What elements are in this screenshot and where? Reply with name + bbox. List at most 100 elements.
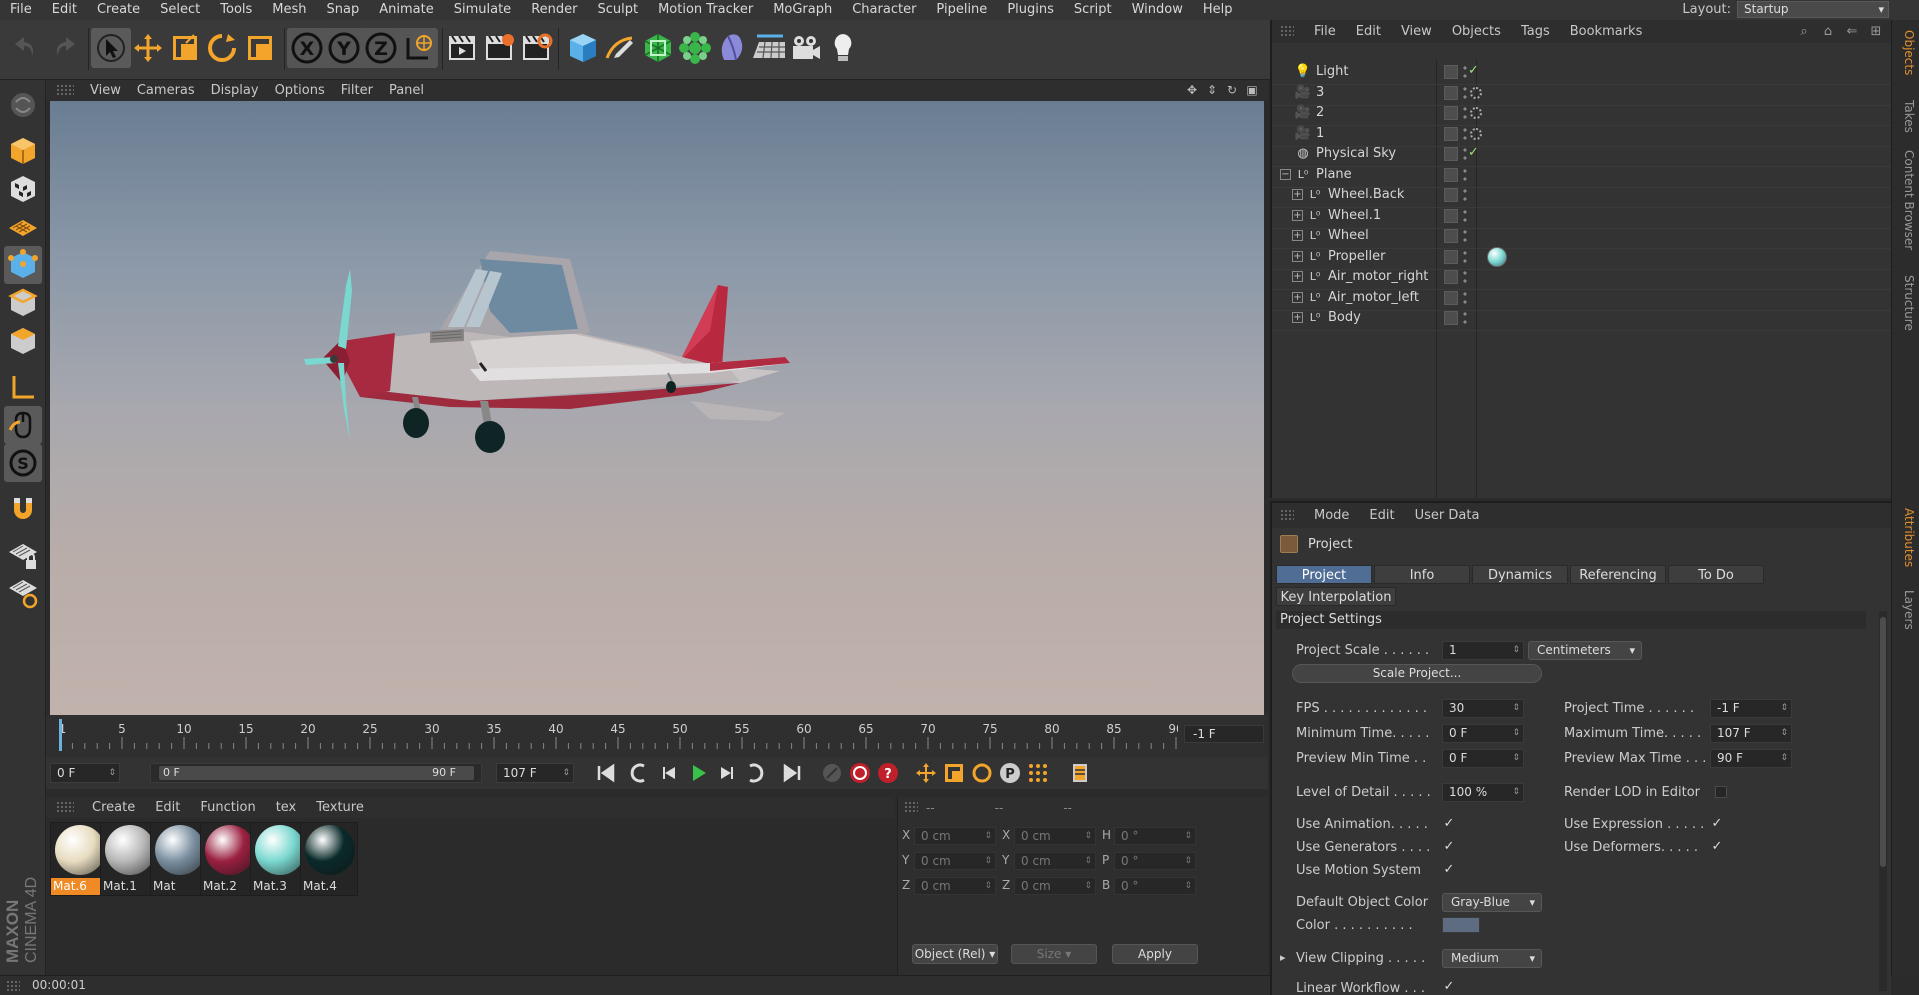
collapse-icon[interactable]: − xyxy=(1280,168,1291,180)
cloner-icon[interactable] xyxy=(675,28,715,68)
view-clipping-dropdown[interactable]: Medium xyxy=(1442,949,1542,968)
visibility-dots[interactable] xyxy=(1461,228,1469,244)
panel-grip-icon[interactable] xyxy=(904,801,918,813)
coordinate-field[interactable]: 0 cm xyxy=(914,877,996,895)
select-arrow-icon[interactable] xyxy=(91,28,131,68)
color-swatch[interactable] xyxy=(1442,917,1480,933)
previous-key-icon[interactable] xyxy=(626,760,654,786)
viewport-menu-options[interactable]: Options xyxy=(267,83,333,98)
camera-icon[interactable] xyxy=(786,28,826,68)
material-menu-function[interactable]: Function xyxy=(190,800,265,815)
menu-plugins[interactable]: Plugins xyxy=(997,0,1064,20)
use-deformers-checkbox[interactable]: ✓ xyxy=(1710,840,1724,854)
object-menu-tags[interactable]: Tags xyxy=(1511,24,1560,39)
tab-objects[interactable]: Objects xyxy=(1896,30,1916,75)
playhead[interactable] xyxy=(59,719,62,751)
enabled-check-icon[interactable]: ✓ xyxy=(1468,145,1479,160)
snapping-icon[interactable]: S xyxy=(4,444,42,482)
attribute-menu-mode[interactable]: Mode xyxy=(1304,508,1359,523)
expand-arrow-icon[interactable]: ▸ xyxy=(1280,951,1286,964)
search-icon[interactable]: ⌕ xyxy=(1795,23,1813,41)
menu-window[interactable]: Window xyxy=(1122,0,1193,20)
viewport-menu-display[interactable]: Display xyxy=(203,83,267,98)
object-menu-bookmarks[interactable]: Bookmarks xyxy=(1560,24,1653,39)
coordinate-field[interactable]: 0 cm xyxy=(1014,852,1096,870)
tweak-mode-icon[interactable] xyxy=(4,406,42,444)
texture-mode-icon[interactable] xyxy=(4,170,42,208)
menu-file[interactable]: File xyxy=(0,0,42,20)
object-name[interactable]: Wheel xyxy=(1328,228,1369,243)
layer-flag[interactable] xyxy=(1444,65,1458,79)
3d-viewport[interactable] xyxy=(50,101,1264,715)
menu-snap[interactable]: Snap xyxy=(317,0,370,20)
current-frame-display[interactable]: -1 F xyxy=(1184,725,1264,743)
material-tag-icon[interactable] xyxy=(1487,246,1507,267)
menu-tools[interactable]: Tools xyxy=(210,0,262,20)
preview-range-slider[interactable]: 0 F 90 F xyxy=(150,763,482,783)
object-name[interactable]: Air_motor_right xyxy=(1328,269,1428,284)
expand-icon[interactable]: + xyxy=(1292,189,1303,200)
expand-icon[interactable]: + xyxy=(1292,271,1303,282)
orbit-view-icon[interactable]: ↻ xyxy=(1224,82,1240,98)
locked-workplane-icon[interactable] xyxy=(4,536,42,574)
layer-flag[interactable] xyxy=(1444,290,1458,305)
autokeying-icon[interactable] xyxy=(846,760,874,786)
maximize-view-icon[interactable]: ▣ xyxy=(1244,82,1260,98)
layer-flag[interactable] xyxy=(1444,188,1458,202)
preview-max-time-field[interactable]: 90 F xyxy=(1710,749,1792,768)
pan-view-icon[interactable]: ✥ xyxy=(1184,82,1200,98)
visibility-dots[interactable] xyxy=(1461,187,1469,203)
points-mode-icon[interactable] xyxy=(4,246,42,284)
viewport-menu-cameras[interactable]: Cameras xyxy=(129,83,203,98)
record-position-icon[interactable] xyxy=(912,760,940,786)
tab-content-browser[interactable]: Content Browser xyxy=(1896,150,1916,250)
menu-script[interactable]: Script xyxy=(1064,0,1122,20)
panel-grip-icon[interactable] xyxy=(56,801,74,814)
layer-flag[interactable] xyxy=(1444,229,1458,243)
model-mode-icon[interactable] xyxy=(4,132,42,170)
menu-pipeline[interactable]: Pipeline xyxy=(926,0,997,20)
scale-icon[interactable] xyxy=(165,28,205,68)
tab-dynamics[interactable]: Dynamics xyxy=(1472,565,1568,584)
menu-animate[interactable]: Animate xyxy=(369,0,443,20)
layer-flag[interactable] xyxy=(1444,147,1458,161)
panel-grip-icon[interactable] xyxy=(6,980,20,992)
layout-dropdown[interactable]: Startup xyxy=(1737,1,1889,18)
new-panel-icon[interactable]: ⊞ xyxy=(1867,23,1885,41)
object-name[interactable]: Wheel.Back xyxy=(1328,187,1404,202)
viewport-menu-panel[interactable]: Panel xyxy=(381,83,432,98)
viewport-menu-filter[interactable]: Filter xyxy=(333,83,381,98)
menu-edit[interactable]: Edit xyxy=(42,0,87,20)
subdivision-icon[interactable] xyxy=(638,28,678,68)
apply-button[interactable]: Apply xyxy=(1112,944,1198,964)
current-frame-field[interactable]: 0 F xyxy=(50,763,120,783)
render-view-icon[interactable] xyxy=(442,28,482,68)
home-icon[interactable]: ⌂ xyxy=(1819,23,1837,41)
visibility-dots[interactable] xyxy=(1461,166,1469,183)
menu-motion-tracker[interactable]: Motion Tracker xyxy=(648,0,763,20)
object-name[interactable]: 3 xyxy=(1316,85,1324,100)
linear-workflow-checkbox[interactable]: ✓ xyxy=(1442,980,1456,994)
dolly-view-icon[interactable]: ⇕ xyxy=(1204,82,1220,98)
attribute-scrollbar[interactable] xyxy=(1879,611,1887,991)
max-frame-field[interactable]: 107 F xyxy=(496,763,574,783)
tab-key-interpolation[interactable]: Key Interpolation xyxy=(1276,587,1396,606)
layer-flag[interactable] xyxy=(1444,167,1458,182)
panel-grip-icon[interactable] xyxy=(56,84,74,97)
render-picture-viewer-icon[interactable] xyxy=(479,28,519,68)
use-expression-checkbox[interactable]: ✓ xyxy=(1710,817,1724,831)
material-menu-create[interactable]: Create xyxy=(82,800,145,815)
play-forward-icon[interactable] xyxy=(684,760,712,786)
workplane-icon[interactable] xyxy=(4,208,42,246)
y-axis-lock-icon[interactable]: Y xyxy=(324,28,364,68)
cube-icon[interactable] xyxy=(563,28,603,68)
record-point-level-icon[interactable] xyxy=(1024,760,1052,786)
coordinate-field[interactable]: 0 ° xyxy=(1114,852,1196,870)
recent-tool-icon[interactable] xyxy=(240,28,280,68)
visibility-dots[interactable] xyxy=(1461,84,1469,101)
timeline-ruler[interactable]: 151015202530354045505560657075808590 xyxy=(58,715,1178,757)
layer-flag[interactable] xyxy=(1444,126,1458,141)
material-menu-texture[interactable]: Texture xyxy=(306,800,374,815)
menu-mograph[interactable]: MoGraph xyxy=(763,0,842,20)
menu-sculpt[interactable]: Sculpt xyxy=(587,0,648,20)
